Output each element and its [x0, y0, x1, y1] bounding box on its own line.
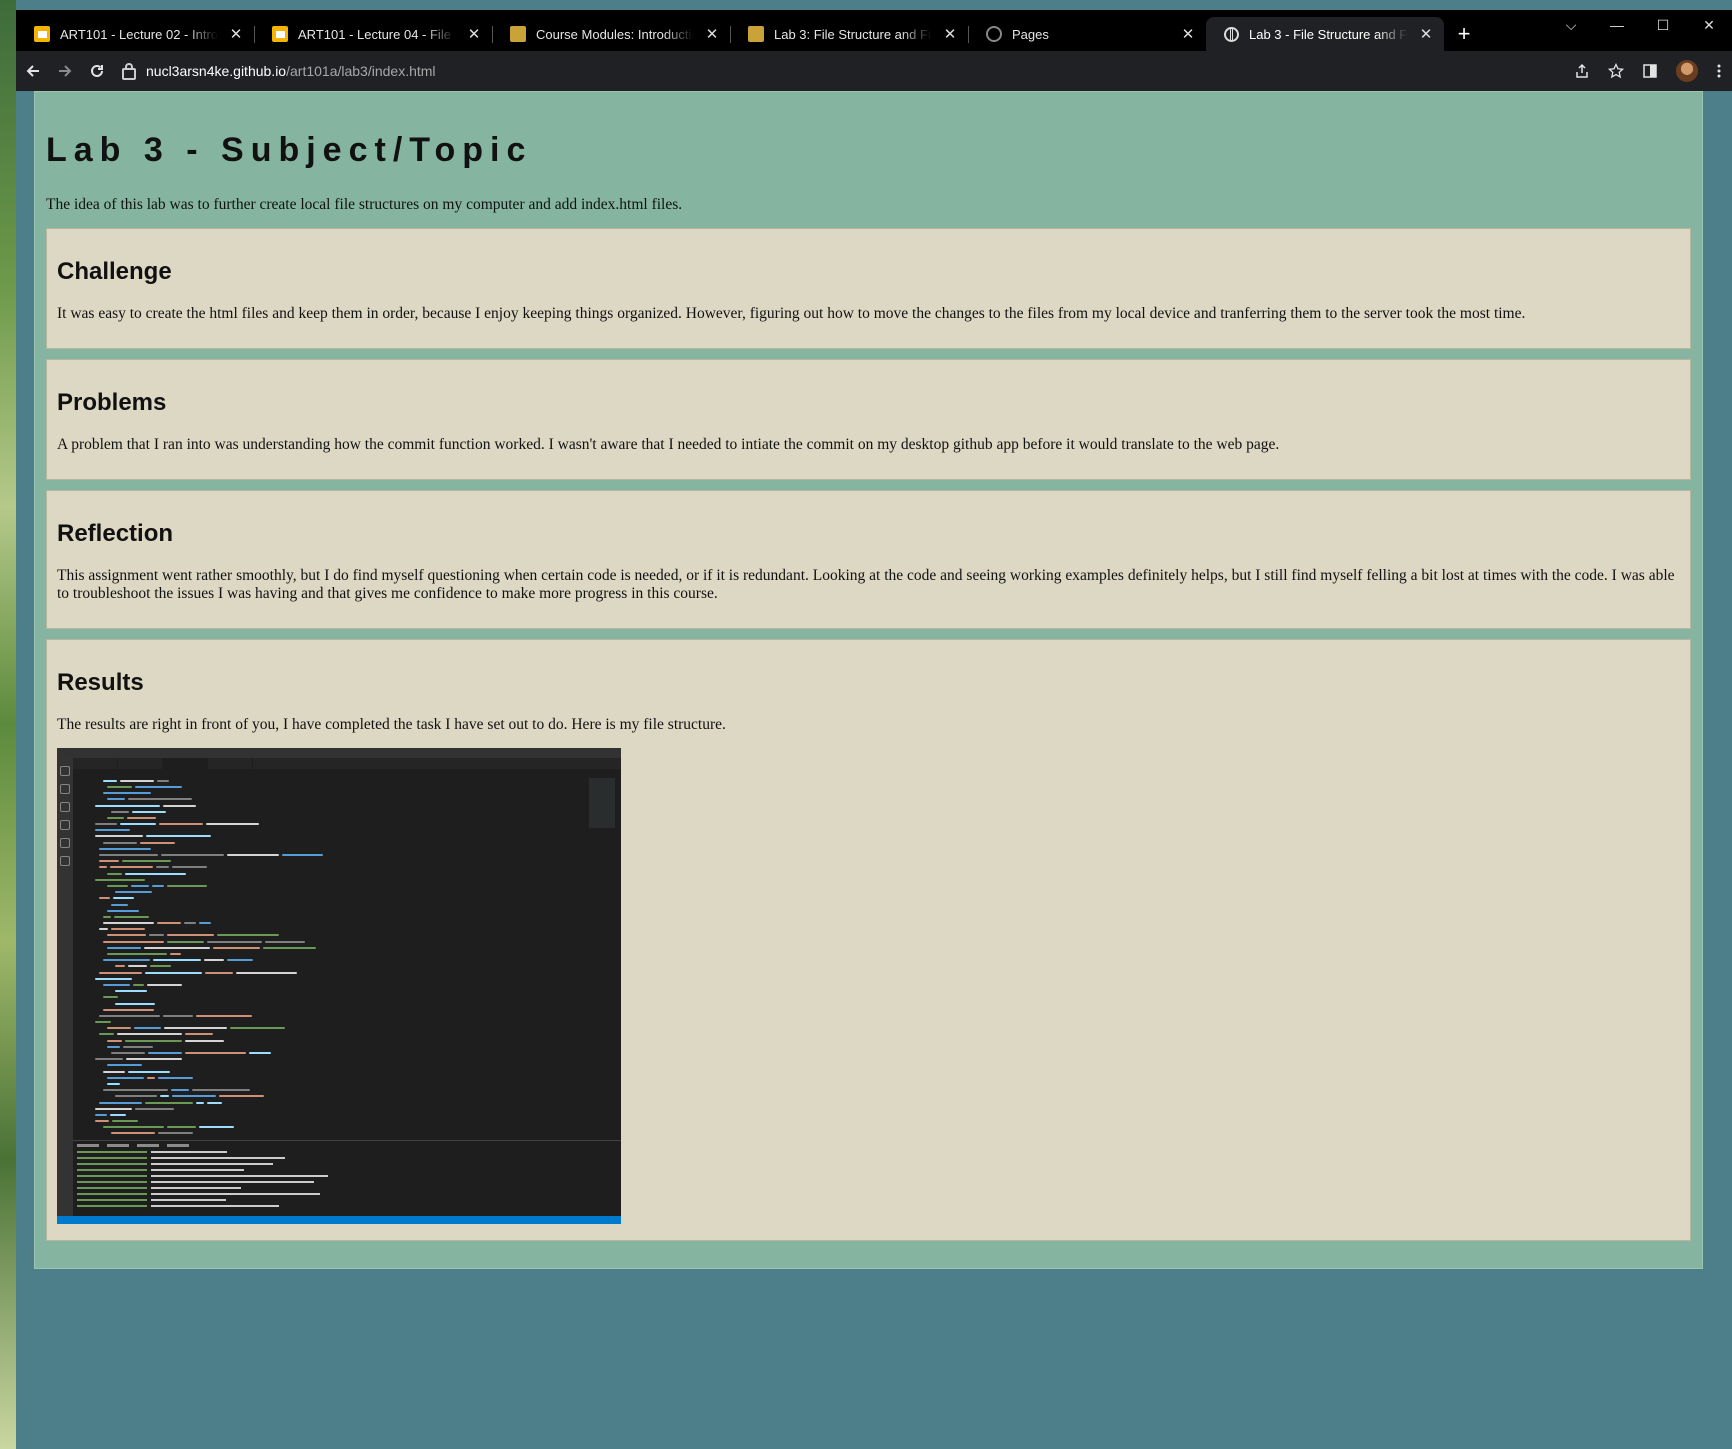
slides-icon	[272, 26, 288, 42]
forward-button[interactable]	[50, 56, 80, 86]
tab-course-modules[interactable]: Course Modules: Introduction to ✕	[492, 17, 730, 51]
close-icon[interactable]: ✕	[1180, 25, 1196, 43]
tab-title: Lab 3: File Structure and File Transfer	[774, 26, 932, 42]
tab-lab3-assignment[interactable]: Lab 3: File Structure and File Transfer …	[730, 17, 968, 51]
close-icon[interactable]: ✕	[704, 25, 720, 43]
window-controls: ⌵ — ☐ ✕	[1548, 10, 1732, 40]
tab-title: Pages	[1012, 26, 1049, 42]
url-path: /art101a/lab3/index.html	[286, 63, 436, 79]
close-icon[interactable]: ✕	[466, 25, 482, 43]
reload-icon	[91, 64, 103, 77]
section-heading: Reflection	[57, 519, 174, 547]
menu-kebab-icon[interactable]	[1716, 63, 1722, 79]
section-reflection: Reflection This assignment went rather s…	[46, 489, 1691, 629]
tab-title: Lab 3 - File Structure and File Transfer	[1249, 26, 1408, 42]
section-heading: Results	[57, 668, 144, 696]
close-icon[interactable]: ✕	[1418, 25, 1434, 43]
main-content: Lab 3 - Subject/Topic The idea of this l…	[34, 91, 1703, 1269]
browser-window: ART101 - Lecture 02 - Intro to HTML ✕ AR…	[16, 10, 1732, 1449]
desktop-wallpaper	[0, 0, 16, 1449]
address-bar[interactable]: nucl3arsn4ke.github.io/art101a/lab3/inde…	[122, 56, 1552, 86]
url-host: nucl3arsn4ke.github.io	[146, 63, 287, 79]
section-text: A problem that I ran into was understand…	[57, 435, 1280, 453]
canvas-icon	[510, 26, 526, 42]
toolbar-icons	[1574, 60, 1732, 82]
section-text: This assignment went rather smoothly, bu…	[57, 566, 1675, 602]
page-title: Lab 3 - Subject/Topic	[46, 131, 533, 169]
tab-title: Course Modules: Introduction to	[536, 26, 694, 42]
file-structure-screenshot	[57, 747, 621, 1224]
section-heading: Problems	[57, 388, 167, 416]
vscode-status-bar	[57, 1215, 621, 1224]
section-heading: Challenge	[57, 257, 172, 285]
reload-button[interactable]	[82, 56, 112, 86]
tab-lab3-page[interactable]: Lab 3 - File Structure and File Transfer…	[1206, 17, 1444, 51]
section-text: It was easy to create the html files and…	[57, 304, 1526, 322]
tab-search-icon[interactable]: ⌵	[1548, 10, 1594, 40]
intro-text: The idea of this lab was to further crea…	[46, 195, 683, 213]
vscode-minimap	[589, 777, 615, 828]
browser-toolbar: nucl3arsn4ke.github.io/art101a/lab3/inde…	[16, 51, 1732, 91]
star-icon[interactable]	[1608, 63, 1624, 79]
page-viewport: Lab 3 - Subject/Topic The idea of this l…	[16, 91, 1732, 1449]
maximize-button[interactable]: ☐	[1640, 10, 1686, 40]
vscode-code-area	[91, 778, 581, 1138]
vscode-activity-bar	[57, 757, 73, 1216]
vscode-output-panel	[73, 1139, 621, 1217]
vscode-breadcrumb	[73, 768, 621, 776]
tab-title: ART101 - Lecture 02 - Intro to HTML	[60, 26, 218, 42]
canvas-icon	[748, 26, 764, 42]
tab-pages[interactable]: Pages ✕	[968, 17, 1206, 51]
profile-avatar[interactable]	[1676, 60, 1698, 82]
tab-lecture-04[interactable]: ART101 - Lecture 04 - File Structure ✕	[254, 17, 492, 51]
vscode-editor-tabs	[73, 757, 621, 769]
vscode-titlebar	[57, 747, 621, 758]
close-icon[interactable]: ✕	[228, 25, 244, 43]
arrow-left-icon	[26, 65, 39, 77]
close-window-button[interactable]: ✕	[1686, 10, 1732, 40]
globe-icon	[1224, 26, 1239, 42]
github-icon	[986, 26, 1002, 42]
section-text: The results are right in front of you, I…	[57, 715, 726, 733]
close-icon[interactable]: ✕	[942, 25, 958, 43]
minimize-button[interactable]: —	[1594, 10, 1640, 40]
share-icon[interactable]	[1574, 63, 1590, 79]
arrow-right-icon	[59, 65, 72, 77]
back-button[interactable]	[18, 56, 48, 86]
tab-strip: ART101 - Lecture 02 - Intro to HTML ✕ AR…	[16, 10, 1732, 51]
slides-icon	[34, 26, 50, 42]
new-tab-button[interactable]: +	[1444, 17, 1484, 51]
tab-lecture-02[interactable]: ART101 - Lecture 02 - Intro to HTML ✕	[16, 17, 254, 51]
section-problems: Problems A problem that I ran into was u…	[46, 358, 1691, 480]
side-panel-icon[interactable]	[1642, 63, 1658, 79]
lock-icon[interactable]	[122, 63, 136, 80]
section-results: Results The results are right in front o…	[46, 638, 1691, 1241]
section-challenge: Challenge It was easy to create the html…	[46, 227, 1691, 349]
tab-title: ART101 - Lecture 04 - File Structure	[298, 26, 456, 42]
